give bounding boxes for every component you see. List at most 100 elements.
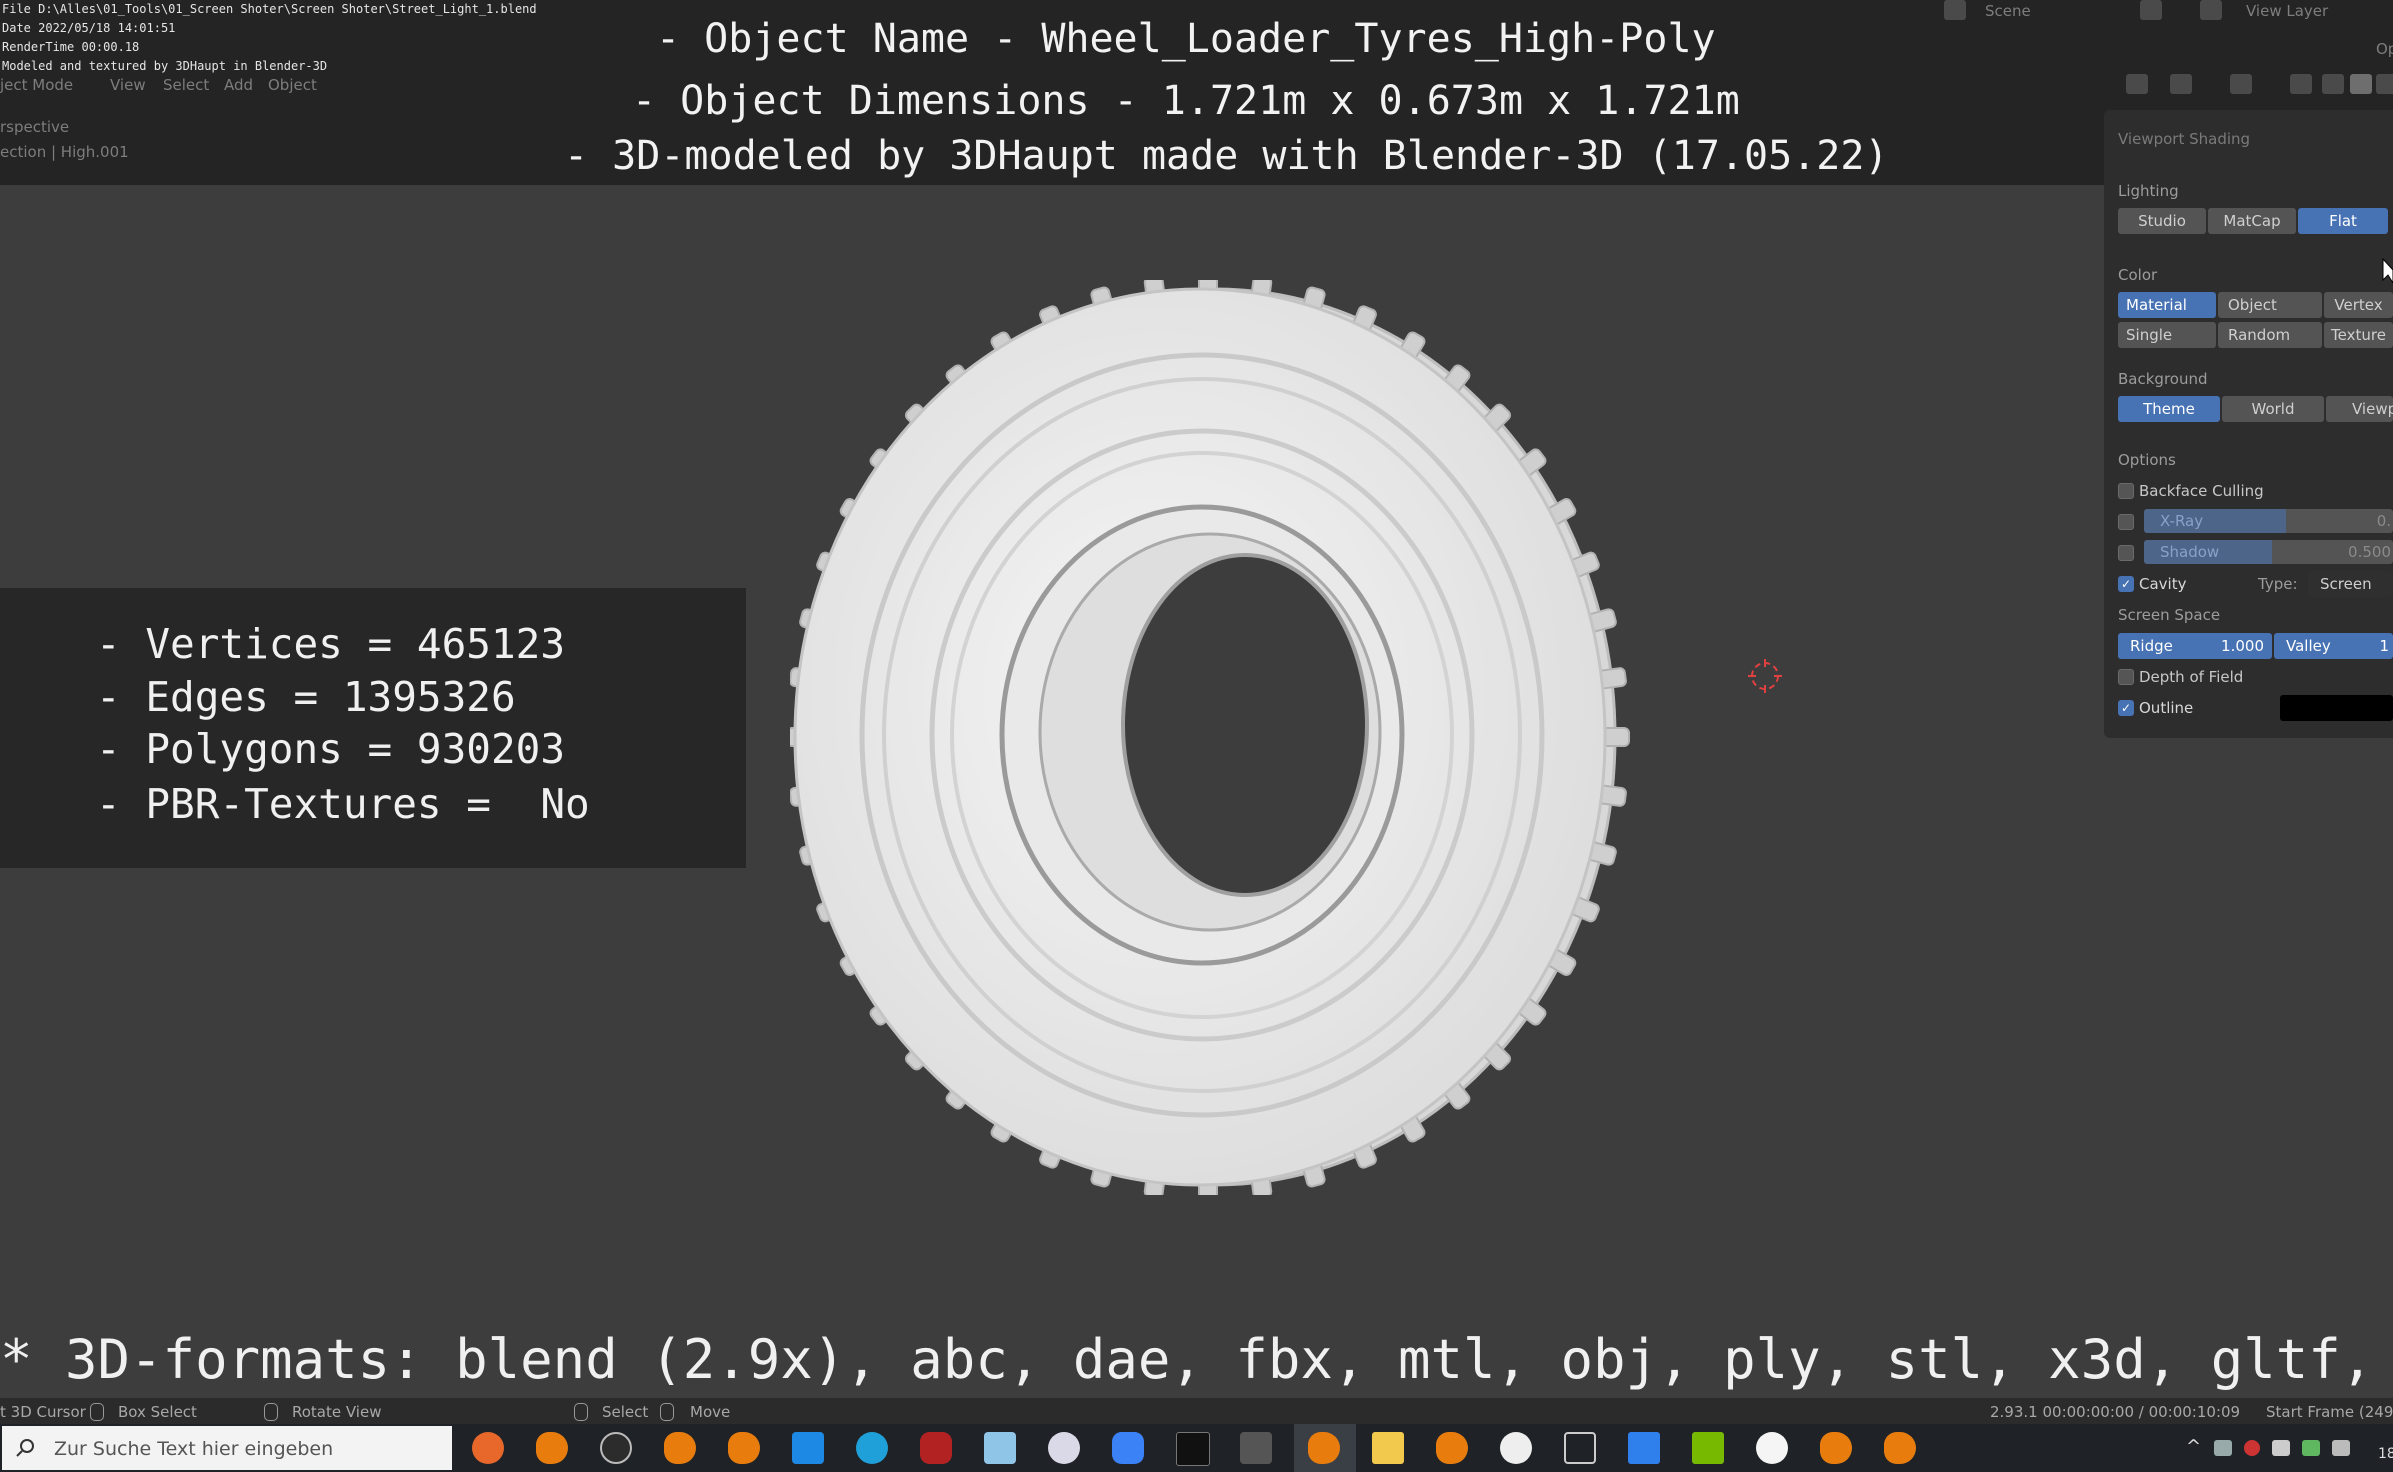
notes-icon[interactable]: [984, 1432, 1016, 1464]
options-corner-label[interactable]: Op: [2376, 40, 2393, 58]
blender-icon[interactable]: [536, 1432, 568, 1464]
status-3d-cursor: t 3D Cursor: [0, 1403, 86, 1421]
background-label: Background: [2118, 370, 2208, 388]
object-dimensions-line: - Object Dimensions - 1.721m x 0.673m x …: [632, 78, 1740, 124]
background-world-button[interactable]: World: [2222, 396, 2324, 422]
status-select: Select: [602, 1403, 649, 1421]
file-path-text: File D:\Alles\01_Tools\01_Screen Shoter\…: [2, 2, 537, 16]
taskbar-search-box[interactable]: Zur Suche Text hier eingeben: [2, 1426, 452, 1470]
options-label: Options: [2118, 451, 2176, 469]
view-layer-icon[interactable]: [2200, 0, 2222, 20]
clock-app-icon[interactable]: [1756, 1432, 1788, 1464]
mouse-left-icon-2: [574, 1403, 588, 1421]
outline-color-swatch[interactable]: [2280, 695, 2393, 721]
color-material-button[interactable]: Material: [2118, 292, 2216, 318]
lighting-flat-button[interactable]: Flat: [2298, 208, 2388, 234]
menu-view[interactable]: View: [110, 76, 146, 94]
gizmo-icon[interactable]: [2170, 74, 2192, 94]
tools-icon[interactable]: [1240, 1432, 1272, 1464]
xray-slider[interactable]: X-Ray 0.: [2144, 509, 2393, 533]
depth-of-field-checkbox[interactable]: [2118, 669, 2134, 685]
mode-selector[interactable]: ject Mode: [0, 76, 73, 94]
view-layer-selector[interactable]: View Layer: [2246, 2, 2328, 20]
lighting-matcap-button[interactable]: MatCap: [2208, 208, 2296, 234]
visibility-icon[interactable]: [2126, 74, 2148, 94]
tyre-render: [786, 272, 1630, 1202]
file-explorer-icon[interactable]: [1372, 1432, 1404, 1464]
chat-icon[interactable]: [1112, 1432, 1144, 1464]
scene-icon[interactable]: [1944, 0, 1966, 20]
panda-icon[interactable]: [1500, 1432, 1532, 1464]
tray-volume-icon[interactable]: [2332, 1440, 2350, 1456]
color-object-button[interactable]: Object: [2218, 292, 2322, 318]
wheel-loader-tyre-model[interactable]: [786, 272, 1630, 1202]
xray-toggle-icon[interactable]: [2290, 74, 2312, 94]
obs-icon[interactable]: [600, 1432, 632, 1464]
backface-culling-checkbox[interactable]: [2118, 483, 2134, 499]
lighting-label: Lighting: [2118, 182, 2179, 200]
background-viewport-button[interactable]: Viewpo: [2326, 396, 2393, 422]
windows-taskbar: Zur Suche Text hier eingeben ^ 18: [0, 1424, 2393, 1472]
solid-shading-icon[interactable]: [2350, 74, 2372, 94]
cavity-type-dropdown[interactable]: Screen: [2308, 571, 2393, 597]
paint-icon[interactable]: [1048, 1432, 1080, 1464]
terminal-icon[interactable]: [1176, 1432, 1210, 1466]
blender-icon-6[interactable]: [1884, 1432, 1916, 1464]
backface-culling-label: Backface Culling: [2139, 482, 2264, 500]
shadow-label: Shadow: [2160, 543, 2220, 561]
nvidia-icon[interactable]: [1692, 1432, 1724, 1464]
tray-network-icon[interactable]: [2214, 1440, 2232, 1456]
tray-chevron-icon[interactable]: ^: [2186, 1436, 2201, 1457]
credit-text: Modeled and textured by 3DHaupt in Blend…: [2, 59, 328, 73]
ridge-label: Ridge: [2130, 637, 2173, 655]
shadow-checkbox[interactable]: [2118, 545, 2134, 561]
firefox-icon[interactable]: [472, 1432, 504, 1464]
lighting-studio-button[interactable]: Studio: [2118, 208, 2206, 234]
screen-space-label: Screen Space: [2118, 606, 2221, 624]
valley-field[interactable]: Valley 1: [2274, 633, 2393, 659]
color-random-button[interactable]: Random: [2218, 322, 2322, 348]
blender-icon-4[interactable]: [1436, 1432, 1468, 1464]
blender-icon-2[interactable]: [664, 1432, 696, 1464]
color-vertex-button[interactable]: Vertex: [2324, 292, 2393, 318]
3d-cursor-icon[interactable]: [1748, 659, 1782, 693]
tray-clock[interactable]: 18: [2378, 1446, 2393, 1462]
wireframe-shading-icon[interactable]: [2322, 74, 2344, 94]
menu-select[interactable]: Select: [163, 76, 209, 94]
calendar-icon[interactable]: [1628, 1432, 1660, 1464]
valley-value: 1: [2379, 637, 2389, 655]
xray-label: X-Ray: [2160, 512, 2204, 530]
color-single-button[interactable]: Single: [2118, 322, 2216, 348]
edges-stat: - Edges = 1395326: [96, 673, 516, 721]
overlay-icon[interactable]: [2230, 74, 2252, 94]
menu-add[interactable]: Add: [224, 76, 253, 94]
blender-icon-5[interactable]: [1820, 1432, 1852, 1464]
outline-checkbox[interactable]: ✓: [2118, 700, 2134, 716]
xray-checkbox[interactable]: [2118, 514, 2134, 530]
depth-of-field-label: Depth of Field: [2139, 668, 2244, 686]
blender-active-icon[interactable]: [1308, 1432, 1340, 1464]
ridge-field[interactable]: Ridge 1.000: [2118, 633, 2272, 659]
tray-app-icon[interactable]: [2244, 1440, 2260, 1456]
material-shading-icon[interactable]: [2376, 74, 2393, 94]
shadow-slider[interactable]: Shadow 0.500: [2144, 540, 2393, 564]
mouse-pointer-icon: [2382, 258, 2393, 284]
new-scene-icon[interactable]: [2140, 0, 2162, 20]
status-box-select: Box Select: [118, 1403, 197, 1421]
blender-icon-3[interactable]: [728, 1432, 760, 1464]
scene-selector[interactable]: Scene: [1985, 2, 2031, 20]
shadow-value: 0.500: [2348, 543, 2391, 561]
edge-icon[interactable]: [856, 1432, 888, 1464]
app-red-icon[interactable]: [920, 1432, 952, 1464]
vertices-stat: - Vertices = 465123: [96, 620, 565, 668]
background-theme-button[interactable]: Theme: [2118, 396, 2220, 422]
tray-battery-icon[interactable]: [2272, 1440, 2290, 1456]
tray-green-icon[interactable]: [2302, 1440, 2320, 1456]
color-texture-button[interactable]: Texture: [2324, 322, 2393, 348]
ridge-value: 1.000: [2221, 637, 2264, 655]
cube-icon[interactable]: [1564, 1432, 1596, 1464]
mail-icon[interactable]: [792, 1432, 824, 1464]
cavity-checkbox[interactable]: ✓: [2118, 576, 2134, 592]
menu-object[interactable]: Object: [268, 76, 317, 94]
outline-label: Outline: [2139, 699, 2194, 717]
